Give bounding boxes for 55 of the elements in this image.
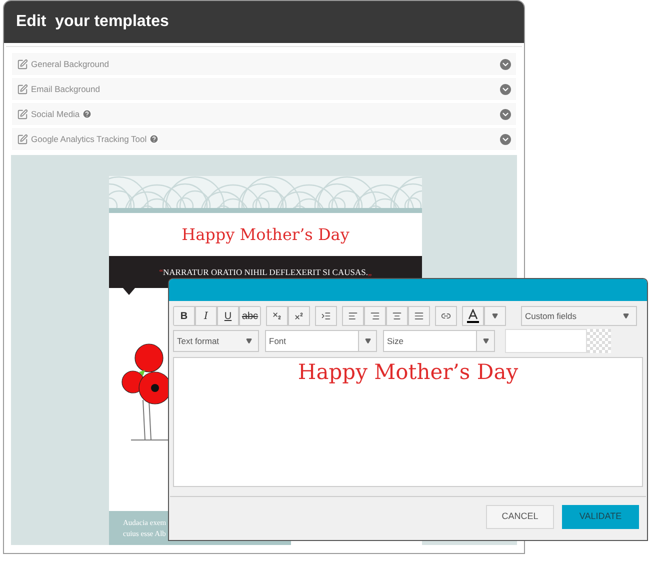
expand-icon[interactable] — [500, 84, 511, 94]
color-input-field[interactable] — [505, 329, 587, 353]
help-icon[interactable] — [148, 134, 159, 144]
combo-field[interactable]: Font — [265, 330, 377, 352]
toolbar-button[interactable] — [364, 306, 386, 326]
section-label: Google Analytics Tracking Tool — [31, 132, 147, 146]
caret-icon — [364, 338, 370, 344]
section-label: Email Background — [31, 82, 100, 96]
custom-fields-dropdown[interactable]: Custom fields — [521, 306, 637, 326]
combo-field[interactable]: Size — [383, 330, 495, 352]
format-button[interactable]: B — [173, 306, 195, 326]
caret-icon — [623, 313, 629, 319]
expand-icon[interactable] — [500, 108, 511, 120]
format-button[interactable]: abc — [239, 306, 261, 326]
panel-title: Edit your templates — [16, 12, 169, 32]
editor-content: Happy Mother’s Day — [298, 359, 518, 386]
justify-icon — [414, 311, 424, 321]
email-title: Happy Mother’s Day — [182, 224, 350, 246]
section-label: General Background — [31, 58, 109, 70]
toolbar-button[interactable] — [435, 306, 457, 326]
link-icon — [441, 311, 451, 321]
edit-icon — [17, 84, 28, 94]
align-left-icon — [348, 311, 358, 321]
text-color-icon — [467, 309, 479, 323]
edit-icon — [17, 108, 28, 120]
validate-button[interactable]: VALIDATE — [562, 505, 639, 529]
transparent-swatch[interactable] — [587, 329, 611, 353]
text-color-button[interactable] — [462, 306, 484, 326]
caret-icon — [246, 338, 252, 344]
toolbar-button[interactable] — [408, 306, 430, 326]
toolbar-button[interactable] — [266, 306, 288, 326]
help-icon[interactable] — [82, 109, 92, 119]
caret-icon — [482, 338, 488, 344]
format-button[interactable]: I — [195, 306, 217, 326]
color-dropdown-button[interactable] — [484, 306, 506, 326]
cancel-button[interactable]: CANCEL — [486, 505, 554, 529]
editor-area[interactable]: Happy Mother’s Day — [173, 357, 643, 487]
expand-icon[interactable] — [500, 58, 511, 70]
edit-icon — [17, 134, 28, 144]
toolbar-button[interactable] — [315, 306, 337, 326]
text-format-dropdown[interactable]: Text format — [173, 330, 259, 352]
section-label: Social Media — [31, 108, 80, 120]
quote-text: “NARRATUR ORATIO NIHIL DEFLEXERIT SI CAUSAS.„ — [159, 266, 372, 278]
subscript-icon — [272, 311, 282, 321]
align-center-icon — [392, 311, 402, 321]
caret-icon — [492, 313, 498, 319]
superscript-icon — [294, 311, 304, 321]
indent-icon — [321, 311, 331, 321]
toolbar-button[interactable] — [386, 306, 408, 326]
edit-icon — [17, 58, 28, 70]
toolbar-button[interactable] — [342, 306, 364, 326]
align-right-icon — [370, 311, 380, 321]
expand-icon[interactable] — [500, 134, 511, 144]
format-button[interactable]: U — [217, 306, 239, 326]
toolbar-button[interactable] — [288, 306, 310, 326]
